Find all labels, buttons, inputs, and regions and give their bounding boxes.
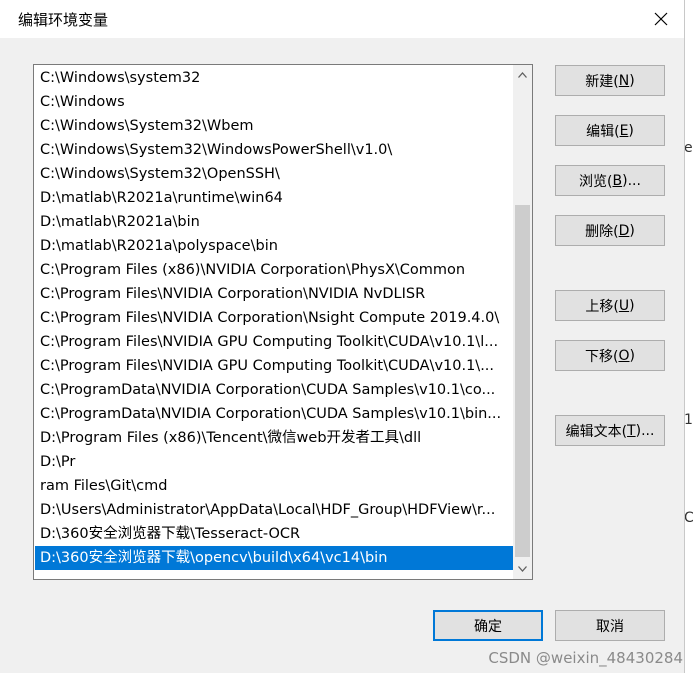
- close-button[interactable]: [638, 0, 684, 38]
- background-text: 10: [684, 412, 693, 428]
- browse-button[interactable]: 浏览(B)...: [555, 165, 665, 196]
- path-list-item[interactable]: ram Files\Git\cmd: [35, 474, 514, 498]
- cancel-button[interactable]: 取消: [555, 610, 665, 641]
- path-list-item-selected[interactable]: D:\360安全浏览器下载\opencv\build\x64\vc14\bin: [35, 546, 514, 570]
- background-text: C: [684, 510, 693, 526]
- delete-button[interactable]: 删除(D): [555, 215, 665, 246]
- path-list-item[interactable]: D:\matlab\R2021a\runtime\win64: [35, 186, 514, 210]
- new-button[interactable]: 新建(N): [555, 65, 665, 96]
- ok-button[interactable]: 确定: [433, 610, 543, 641]
- path-list-item[interactable]: D:\matlab\R2021a\polyspace\bin: [35, 234, 514, 258]
- edit-button[interactable]: 编辑(E): [555, 115, 665, 146]
- path-list-item[interactable]: C:\ProgramData\NVIDIA Corporation\CUDA S…: [35, 402, 514, 426]
- path-list-rows: C:\Windows\system32 C:\Windows C:\Windows\…: [35, 66, 514, 570]
- path-list-item[interactable]: D:\matlab\R2021a\bin: [35, 210, 514, 234]
- path-list-item[interactable]: C:\Program Files\NVIDIA GPU Computing To…: [35, 330, 514, 354]
- path-list-item[interactable]: C:\Program Files\NVIDIA Corporation\Nsig…: [35, 306, 514, 330]
- move-down-button[interactable]: 下移(O): [555, 340, 665, 371]
- edit-text-button[interactable]: 编辑文本(T)...: [555, 415, 665, 446]
- path-list-item[interactable]: D:\Users\Administrator\AppData\Local\HDF…: [35, 498, 514, 522]
- move-up-button[interactable]: 上移(U): [555, 290, 665, 321]
- path-list[interactable]: C:\Windows\system32 C:\Windows C:\Windows\…: [33, 64, 533, 580]
- path-list-item[interactable]: D:\360安全浏览器下载\Tesseract-OCR: [35, 522, 514, 546]
- path-list-item[interactable]: C:\Windows\System32\WindowsPowerShell\v1…: [35, 138, 514, 162]
- edit-environment-variable-dialog: 编辑环境变量 C:\Windows\system32 C:\Windows C:\W…: [0, 0, 685, 673]
- path-list-item[interactable]: C:\Windows: [35, 90, 514, 114]
- dialog-title: 编辑环境变量: [18, 11, 109, 29]
- path-list-item[interactable]: D:\Pr: [35, 450, 514, 474]
- vertical-scrollbar[interactable]: [513, 65, 532, 579]
- path-list-item[interactable]: C:\Windows\System32\OpenSSH\: [35, 162, 514, 186]
- scrollbar-thumb[interactable]: [515, 205, 530, 557]
- path-list-item[interactable]: C:\Windows\system32: [35, 66, 514, 90]
- path-list-item[interactable]: C:\Program Files\NVIDIA GPU Computing To…: [35, 354, 514, 378]
- path-list-item[interactable]: C:\ProgramData\NVIDIA Corporation\CUDA S…: [35, 378, 514, 402]
- close-icon: [654, 12, 668, 26]
- path-list-item[interactable]: D:\Program Files (x86)\Tencent\微信web开发者工…: [35, 426, 514, 450]
- background-text: es: [684, 140, 693, 156]
- chevron-up-icon: [518, 72, 527, 78]
- chevron-down-icon: [518, 566, 527, 572]
- path-list-item[interactable]: C:\Windows\System32\Wbem: [35, 114, 514, 138]
- watermark: CSDN @weixin_48430284: [488, 649, 683, 667]
- scroll-down-button[interactable]: [513, 559, 532, 579]
- title-bar: 编辑环境变量: [0, 0, 684, 38]
- path-list-item[interactable]: C:\Program Files (x86)\NVIDIA Corporatio…: [35, 258, 514, 282]
- path-list-item[interactable]: C:\Program Files\NVIDIA Corporation\NVID…: [35, 282, 514, 306]
- scroll-up-button[interactable]: [513, 65, 532, 85]
- background-window-strip: [684, 0, 693, 673]
